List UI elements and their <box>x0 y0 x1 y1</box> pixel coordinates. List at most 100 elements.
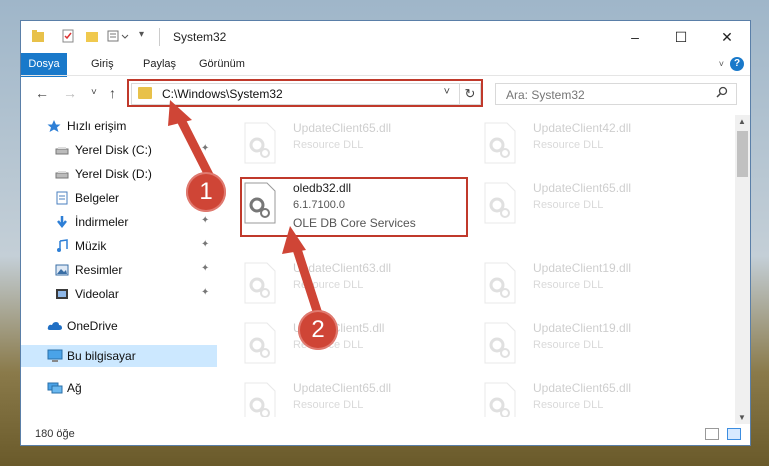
address-bar-highlight <box>127 79 483 107</box>
item-count: 180 öğe <box>35 428 75 440</box>
dll-file-icon <box>483 121 517 165</box>
file-name: UpdateClient19.dll <box>533 261 632 275</box>
file-description: Resource DLL <box>293 279 364 291</box>
quick-access-dropdown-icon[interactable]: ▾ <box>139 29 144 40</box>
scrollbar-thumb[interactable] <box>737 131 748 177</box>
tab-home[interactable]: Giriş <box>81 53 124 75</box>
file-list: UpdateClient65.dll Resource DLL oledb32.… <box>219 115 734 417</box>
file-name: UpdateClient65.dll <box>533 181 632 195</box>
file-item[interactable]: UpdateClient42.dll Resource DLL <box>483 119 713 169</box>
sidebar-item-label: Videolar <box>75 287 119 301</box>
file-item[interactable]: UpdateClient65.dll Resource DLL <box>243 379 473 417</box>
dll-file-icon <box>243 261 277 305</box>
tab-share[interactable]: Paylaş <box>133 53 186 75</box>
sidebar-item-label: Müzik <box>75 239 107 253</box>
drive-icon <box>55 167 69 181</box>
file-description: Resource DLL <box>533 339 604 351</box>
folder-icon <box>31 29 45 46</box>
dll-file-icon <box>243 121 277 165</box>
sidebar-item-onedrive[interactable]: OneDrive <box>21 315 217 337</box>
pin-icon: ✦ <box>201 287 210 298</box>
sidebar-item-network[interactable]: Ağ <box>21 377 217 399</box>
file-item[interactable]: UpdateClient65.dll Resource DLL <box>483 179 713 229</box>
maximize-button[interactable]: ☐ <box>658 21 704 53</box>
star-icon <box>47 119 61 133</box>
file-name: UpdateClient63.dll <box>293 261 392 275</box>
file-item[interactable]: UpdateClient63.dll Resource DLL <box>243 259 473 309</box>
ribbon-tabs: Dosya Giriş Paylaş Görünüm ˅ ? <box>21 53 750 103</box>
cloud-icon <box>47 319 62 333</box>
file-item[interactable]: UpdateClient5.dll Resource DLL <box>243 319 473 369</box>
dll-file-icon <box>483 261 517 305</box>
drive-icon <box>55 143 69 157</box>
file-description: Resource DLL <box>533 199 604 211</box>
sidebar-item-music[interactable]: Müzik ✦ <box>21 235 217 257</box>
navigation-pane: Hızlı erişim Yerel Disk (C:) ✦ Yerel Dis… <box>21 115 217 415</box>
sidebar-item-this-pc[interactable]: Bu bilgisayar <box>21 345 217 367</box>
properties-icon[interactable] <box>61 29 75 46</box>
music-icon <box>55 239 69 253</box>
sidebar-item-label: Yerel Disk (D:) <box>75 167 152 181</box>
back-button[interactable]: ← <box>35 85 49 101</box>
file-item[interactable]: UpdateClient19.dll Resource DLL <box>483 319 713 369</box>
file-description: Resource DLL <box>293 139 364 151</box>
scroll-up-icon[interactable]: ▲ <box>738 117 746 126</box>
sidebar-item-local-disk-c[interactable]: Yerel Disk (C:) ✦ <box>21 139 217 161</box>
expand-ribbon-icon[interactable]: ˅ <box>719 59 724 69</box>
dll-file-icon <box>483 181 517 225</box>
pin-icon: ✦ <box>201 263 210 274</box>
title-bar: ▾ System32 – ☐ ✕ <box>21 21 750 53</box>
window-title: System32 <box>173 30 227 44</box>
file-name: UpdateClient42.dll <box>533 121 632 135</box>
sidebar-item-label: Bu bilgisayar <box>67 349 136 363</box>
search-icon <box>716 86 728 101</box>
file-description: Resource DLL <box>533 399 604 411</box>
file-item[interactable]: UpdateClient65.dll Resource DLL <box>483 379 713 417</box>
ribbon-divider <box>21 75 750 76</box>
downloads-icon <box>55 215 69 229</box>
dll-file-icon <box>243 321 277 365</box>
scroll-down-icon[interactable]: ▼ <box>738 413 746 422</box>
file-name: UpdateClient65.dll <box>293 381 392 395</box>
help-icon[interactable]: ? <box>730 57 744 71</box>
sidebar-item-label: Resimler <box>75 263 123 277</box>
details-view-icon[interactable] <box>705 428 719 440</box>
search-box[interactable] <box>495 83 737 105</box>
dll-file-icon <box>483 381 517 417</box>
title-divider <box>159 28 160 46</box>
step-1-badge: 1 <box>186 172 226 212</box>
sidebar-item-videos[interactable]: Videolar ✦ <box>21 283 217 305</box>
dll-file-icon <box>243 381 277 417</box>
close-button[interactable]: ✕ <box>704 21 750 53</box>
pin-icon: ✦ <box>201 215 210 226</box>
file-description: Resource DLL <box>533 279 604 291</box>
sidebar-item-label: İndirmeler <box>75 215 129 229</box>
recent-locations-button[interactable]: ˅ <box>91 87 97 98</box>
pictures-icon <box>55 263 69 277</box>
computer-icon <box>47 349 63 363</box>
step-2-badge: 2 <box>298 310 338 350</box>
file-description: Resource DLL <box>533 139 604 151</box>
sidebar-item-quick-access[interactable]: Hızlı erişim <box>21 115 217 137</box>
vertical-scrollbar[interactable]: ▲ ▼ <box>735 115 750 425</box>
forward-button[interactable]: → <box>63 85 77 101</box>
file-highlight <box>240 177 468 237</box>
file-item[interactable]: UpdateClient65.dll Resource DLL <box>243 119 473 169</box>
sidebar-item-label: Yerel Disk (C:) <box>75 143 152 157</box>
network-icon <box>47 381 63 395</box>
minimize-button[interactable]: – <box>612 21 658 53</box>
search-input[interactable] <box>504 87 708 103</box>
sidebar-item-label: Ağ <box>67 381 82 395</box>
tab-view[interactable]: Görünüm <box>189 53 255 75</box>
customize-toolbar-icon[interactable] <box>107 29 135 46</box>
file-name: UpdateClient65.dll <box>533 381 632 395</box>
sidebar-item-pictures[interactable]: Resimler ✦ <box>21 259 217 281</box>
file-item[interactable]: UpdateClient19.dll Resource DLL <box>483 259 713 309</box>
sidebar-item-downloads[interactable]: İndirmeler ✦ <box>21 211 217 233</box>
large-icons-view-icon[interactable] <box>727 428 741 440</box>
sidebar-item-label: Hızlı erişim <box>67 119 127 133</box>
up-button[interactable]: ↑ <box>109 85 116 101</box>
status-bar: 180 öğe <box>21 424 750 445</box>
new-folder-icon[interactable] <box>85 29 99 46</box>
documents-icon <box>55 191 69 205</box>
